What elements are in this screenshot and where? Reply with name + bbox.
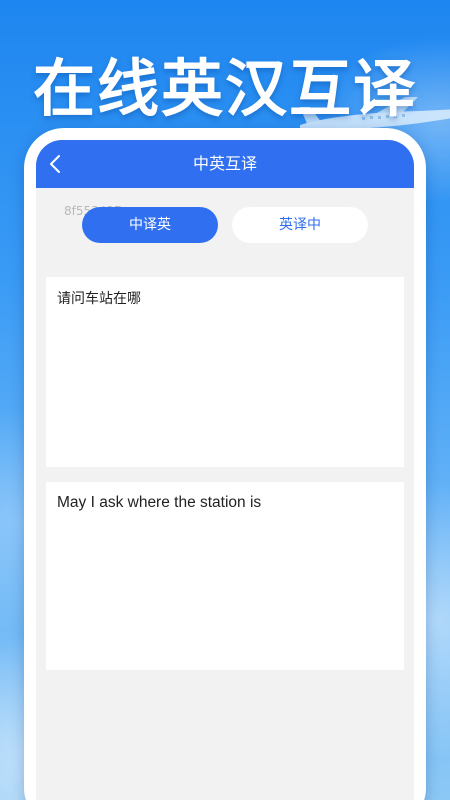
tab-en-to-zh[interactable]: 英译中 [232,207,368,243]
translation-result: May I ask where the station is [46,482,404,670]
source-text-input[interactable]: 请问车站在哪 [46,277,404,467]
page-title: 中英互译 [192,154,257,173]
navbar: 中英互译 [36,140,414,188]
tab-zh-to-en[interactable]: 中译英 [82,207,218,243]
source-text: 请问车站在哪 [57,291,141,307]
result-text: May I ask where the station is [57,494,262,511]
hero-title: 在线英汉互译 [32,52,417,125]
app-screen: 中英互译 8f553437 中译英 英译中 请问车站在哪 May I ask w… [36,140,414,800]
